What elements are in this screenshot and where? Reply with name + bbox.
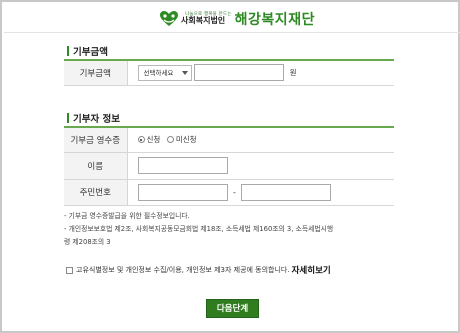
page-frame: 나눔으로 행복을 만드는 사회복지법인 해강복지재단 기부금액 기부금액 선택하… xyxy=(0,0,460,333)
agreement-text: 고유식별정보 및 개인정보 수집/이용, 개인정보 제3자 제공에 동의합니다. xyxy=(76,266,290,274)
agreement-row: 고유식별정보 및 개인정보 수집/이용, 개인정보 제3자 제공에 동의합니다.… xyxy=(66,264,331,276)
receipt-apply-radio[interactable] xyxy=(137,136,145,144)
rrn-second-input[interactable] xyxy=(241,183,332,201)
note-line: 령 제208조의 3 xyxy=(64,238,111,246)
table-row: 기부금 영수증 신청 미신청 xyxy=(64,127,394,153)
rrn-first-input[interactable] xyxy=(137,183,228,201)
logo-org-name: 해강복지재단 xyxy=(234,12,315,28)
table-row: 주민번호 - xyxy=(64,179,394,206)
agreement-checkbox[interactable] xyxy=(66,266,73,274)
table-row: 기부금액 선택하세요 원 xyxy=(64,60,394,86)
name-label: 이름 xyxy=(64,152,128,180)
donation-amount-table: 기부금액 선택하세요 원 xyxy=(64,59,394,86)
note-line: - 개인정보보호법 제2조, 사회복지공동모금회법 제18조, 소득세법 제16… xyxy=(64,225,334,233)
next-step-button[interactable]: 다음단계 xyxy=(206,299,259,318)
rrn-label: 주민번호 xyxy=(64,179,128,206)
table-row: 이름 xyxy=(64,152,394,180)
header-divider xyxy=(4,32,460,33)
rrn-separator: - xyxy=(233,187,236,197)
details-link[interactable]: 자세히보기 xyxy=(292,264,331,276)
amount-unit: 원 xyxy=(289,68,297,78)
notes: - 기부금 영수증발급을 위한 필수정보입니다. - 개인정보보호법 제2조, … xyxy=(64,210,404,249)
receipt-decline-label: 미신청 xyxy=(175,135,197,145)
receipt-apply-label: 신청 xyxy=(146,135,161,145)
donor-info-table: 기부금 영수증 신청 미신청 이름 주민번호 - xyxy=(64,126,394,206)
amount-label: 기부금액 xyxy=(64,60,128,86)
site-header: 나눔으로 행복을 만드는 사회복지법인 해강복지재단 xyxy=(159,8,315,30)
amount-select[interactable]: 선택하세요 xyxy=(137,64,192,81)
note-line: - 기부금 영수증발급을 위한 필수정보입니다. xyxy=(64,212,190,220)
chevron-down-icon xyxy=(181,70,188,75)
name-input[interactable] xyxy=(137,157,228,174)
amount-input[interactable] xyxy=(194,64,285,82)
section-title-donor-info: 기부자 정보 xyxy=(67,111,120,125)
section-title-donation-amount: 기부금액 xyxy=(67,44,108,58)
heart-hands-logo-icon xyxy=(159,10,179,28)
receipt-label: 기부금 영수증 xyxy=(64,127,128,153)
receipt-decline-radio[interactable] xyxy=(166,136,174,144)
section-marker xyxy=(67,113,69,123)
section-marker xyxy=(67,46,69,56)
logo-org-type: 사회복지법인 xyxy=(181,16,226,26)
